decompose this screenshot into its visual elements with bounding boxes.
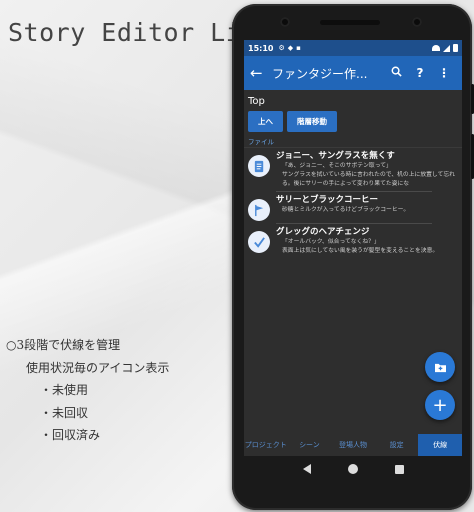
section-file-label: ファイル xyxy=(244,132,462,148)
status-time: 15:10 xyxy=(248,43,274,53)
current-path: Top xyxy=(248,96,265,107)
tab-settings[interactable]: 設定 xyxy=(375,434,419,456)
speaker-grille xyxy=(320,20,380,25)
tab-characters[interactable]: 登場人物 xyxy=(331,434,375,456)
settings-icon: ⚙ xyxy=(278,44,285,52)
item-description: 「あ、ジョニー、そこのサボテン取って」 サングラスを拭いている時に言われたので、… xyxy=(282,163,455,187)
promo-feature-head: ○3段階で伏線を管理 xyxy=(6,338,121,352)
back-arrow-icon[interactable]: ← xyxy=(250,64,272,82)
promo-state-collected: ・回収済み xyxy=(40,428,101,442)
nav-home-icon[interactable] xyxy=(347,464,358,474)
sd-card-icon: ▪ xyxy=(296,44,301,52)
new-folder-button[interactable] xyxy=(425,352,455,382)
front-camera-icon xyxy=(280,17,290,27)
item-title: サリーとブラックコーヒー xyxy=(276,195,379,205)
app-screen: 15:10 ⚙ ◆ ▪ ← ファンタジー作... ? ⋮ Top 上へ 階層移動… xyxy=(244,40,462,456)
item-title: ジョニー、サングラスを無くす xyxy=(276,151,395,161)
tab-project[interactable]: プロジェクト xyxy=(244,434,288,456)
tab-scene[interactable]: シーン xyxy=(288,434,332,456)
navigation-buttons: 上へ 階層移動 xyxy=(244,111,462,132)
tab-foreshadowing[interactable]: 伏線 xyxy=(418,434,462,456)
bottom-tab-bar: プロジェクト シーン 登場人物 設定 伏線 xyxy=(244,434,462,456)
more-menu-icon[interactable]: ⋮ xyxy=(432,66,456,80)
system-nav-bar xyxy=(244,456,462,482)
nav-back-icon[interactable] xyxy=(302,464,311,474)
app-bar-title: ファンタジー作... xyxy=(272,66,368,81)
status-bar: 15:10 ⚙ ◆ ▪ xyxy=(244,40,462,56)
promo-feature-sub: 使用状況毎のアイコン表示 xyxy=(26,360,170,375)
item-description: 砂糖とミルクが入ってるけどブラックコーヒー。 xyxy=(282,207,410,213)
list-item[interactable]: サリーとブラックコーヒー 砂糖とミルクが入ってるけどブラックコーヒー。 xyxy=(244,192,462,224)
phone-top-bezel xyxy=(232,4,472,40)
check-icon xyxy=(248,231,270,253)
promo-feature-list: ○3段階で伏線を管理 使用状況毎のアイコン表示 ・未使用 ・未回収 ・回収済み xyxy=(6,334,169,447)
search-icon[interactable] xyxy=(384,66,408,80)
list-item[interactable]: グレッグのヘアチェンジ 「オールバック、似合ってなくね？」 表面上は気にしてない… xyxy=(244,224,462,259)
shield-icon: ◆ xyxy=(287,44,294,52)
sensor-icon xyxy=(412,17,422,27)
up-button[interactable]: 上へ xyxy=(248,111,283,132)
app-bar: ← ファンタジー作... ? ⋮ xyxy=(244,56,462,90)
item-title: グレッグのヘアチェンジ xyxy=(276,227,370,237)
item-description: 「オールバック、似合ってなくね？」 表面上は気にしてない風を装うが髪型を変えるこ… xyxy=(282,239,439,254)
nav-recents-icon[interactable] xyxy=(394,464,404,474)
promo-state-uncollected: ・未回収 xyxy=(40,405,89,420)
signal-icon xyxy=(443,44,450,52)
help-icon[interactable]: ? xyxy=(408,66,432,80)
promo-state-unused: ・未使用 xyxy=(40,383,89,397)
add-button[interactable]: + xyxy=(425,390,455,420)
list-item[interactable]: ジョニー、サングラスを無くす 「あ、ジョニー、そこのサボテン取って」 サングラス… xyxy=(244,148,462,192)
flag-icon xyxy=(248,199,270,221)
move-hierarchy-button[interactable]: 階層移動 xyxy=(287,111,337,132)
wifi-icon xyxy=(432,45,440,51)
battery-icon xyxy=(453,44,458,52)
document-icon xyxy=(248,155,270,177)
phone-frame: 15:10 ⚙ ◆ ▪ ← ファンタジー作... ? ⋮ Top 上へ 階層移動… xyxy=(232,4,474,510)
